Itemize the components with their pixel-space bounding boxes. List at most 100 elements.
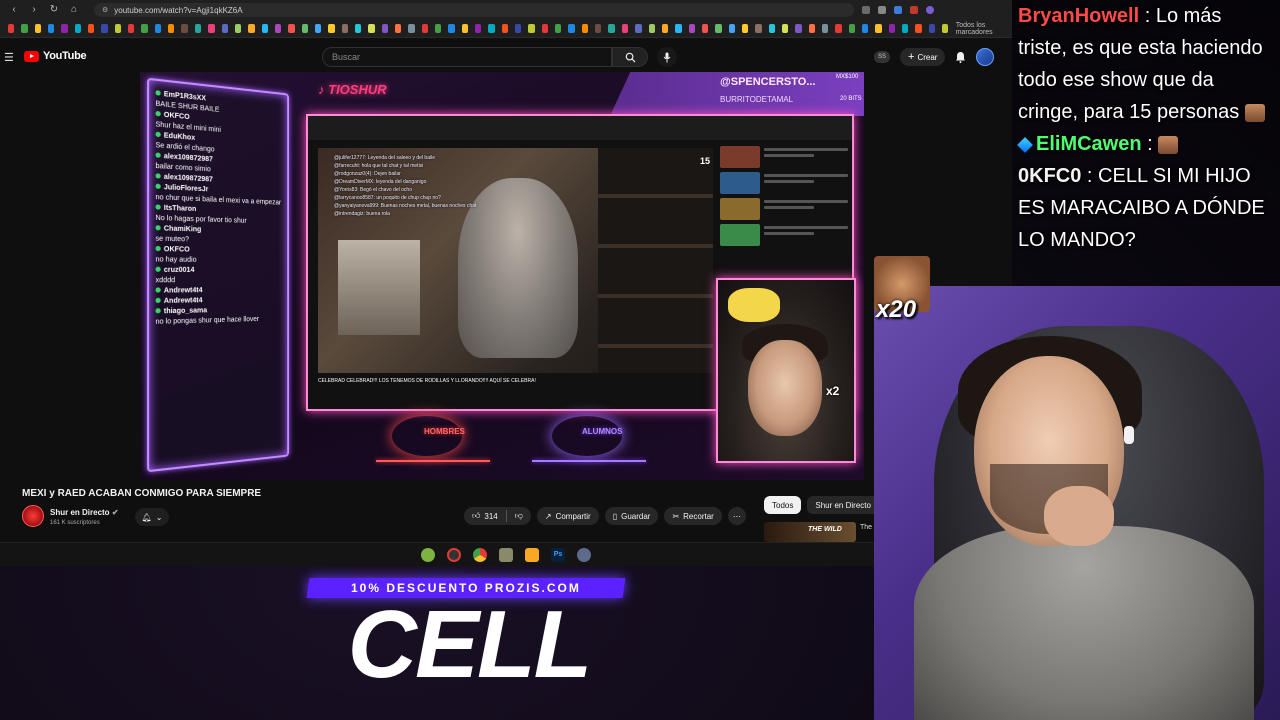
- youtube-logo[interactable]: YouTube: [24, 50, 87, 62]
- bookmark-icon[interactable]: [755, 24, 762, 33]
- bookmark-icon[interactable]: [61, 24, 68, 33]
- bookmark-icon[interactable]: [942, 24, 949, 33]
- bookmark-icon[interactable]: [368, 24, 375, 33]
- create-button[interactable]: + Crear: [900, 48, 946, 66]
- bookmark-icon[interactable]: [781, 24, 789, 33]
- like-button[interactable]: 👍︎ 314 👎︎: [464, 507, 531, 525]
- bookmark-icon[interactable]: [328, 24, 335, 33]
- bookmark-icon[interactable]: [114, 24, 122, 33]
- bookmark-icon[interactable]: [501, 24, 509, 33]
- bookmark-icon[interactable]: [448, 24, 455, 33]
- bookmark-icon[interactable]: [8, 24, 15, 33]
- channel-name[interactable]: Shur en Directo ✔: [50, 508, 119, 517]
- bookmark-icon[interactable]: [408, 24, 415, 33]
- video-player[interactable]: ♪ TIOSHUR @SPENCERSTO... BURRITODETAMAL …: [140, 72, 864, 480]
- bookmark-icon[interactable]: [621, 24, 629, 33]
- bookmark-icon[interactable]: [234, 24, 242, 33]
- clip-button[interactable]: ✂ Recortar: [664, 507, 722, 525]
- extension-icon[interactable]: [894, 6, 902, 14]
- bookmark-icon[interactable]: [394, 24, 402, 33]
- bookmark-icon[interactable]: [661, 24, 669, 33]
- chip-channel[interactable]: Shur en Directo: [807, 496, 879, 514]
- bookmark-icon[interactable]: [168, 24, 175, 33]
- app-icon[interactable]: [499, 547, 513, 562]
- bookmark-icon[interactable]: [635, 24, 642, 33]
- bookmark-icon[interactable]: [541, 24, 549, 33]
- bookmark-icon[interactable]: [688, 24, 695, 33]
- bookmark-icon[interactable]: [301, 24, 308, 33]
- search-input[interactable]: Buscar: [322, 47, 612, 67]
- search-button[interactable]: [612, 47, 648, 67]
- bookmark-icon[interactable]: [154, 24, 162, 33]
- chip-all[interactable]: Todos: [764, 496, 802, 514]
- bookmark-icon[interactable]: [648, 24, 655, 33]
- bookmark-icon[interactable]: [288, 24, 295, 33]
- account-avatar[interactable]: [976, 48, 995, 66]
- bookmark-icon[interactable]: [768, 24, 775, 33]
- bookmark-icon[interactable]: [568, 24, 575, 33]
- bookmark-icon[interactable]: [581, 24, 589, 33]
- bookmark-icon[interactable]: [274, 24, 282, 33]
- bookmark-icon[interactable]: [74, 24, 82, 33]
- recommended-title[interactable]: The: [860, 524, 872, 531]
- profile-icon[interactable]: [926, 6, 934, 14]
- bookmark-icon[interactable]: [461, 24, 469, 33]
- extension-icon[interactable]: [862, 6, 870, 14]
- thumbs-down-icon[interactable]: 👎︎: [515, 511, 523, 521]
- bookmark-icon[interactable]: [728, 24, 735, 33]
- bookmark-icon[interactable]: [715, 24, 722, 33]
- bookmark-icon[interactable]: [208, 24, 215, 33]
- bookmark-icon[interactable]: [194, 24, 202, 33]
- bookmark-icon[interactable]: [435, 24, 442, 33]
- bookmark-icon[interactable]: [848, 24, 855, 33]
- back-icon[interactable]: ‹: [8, 4, 20, 16]
- bookmark-icon[interactable]: [128, 24, 135, 33]
- subscription-bell-button[interactable]: 🔔︎ ⌄: [135, 508, 169, 526]
- bookmark-icon[interactable]: [821, 24, 829, 33]
- all-bookmarks-link[interactable]: Todos los marcadores: [956, 22, 1004, 36]
- star-icon[interactable]: [878, 6, 886, 14]
- bookmark-icon[interactable]: [34, 24, 42, 33]
- notifications-bell-icon[interactable]: [955, 51, 966, 63]
- bookmark-icon[interactable]: [421, 24, 428, 33]
- share-button[interactable]: ↗ Compartir: [536, 507, 599, 525]
- bookmark-icon[interactable]: [902, 24, 909, 33]
- bookmark-icon[interactable]: [835, 24, 842, 33]
- menu-icon[interactable]: ☰: [4, 51, 14, 64]
- bookmark-icon[interactable]: [88, 24, 95, 33]
- cast-icon[interactable]: SS: [874, 51, 890, 63]
- bookmark-icon[interactable]: [915, 24, 922, 33]
- bookmark-icon[interactable]: [354, 24, 362, 33]
- reload-icon[interactable]: ↻: [48, 4, 60, 16]
- home-icon[interactable]: ⌂: [68, 4, 80, 16]
- bookmark-icon[interactable]: [862, 24, 869, 33]
- forward-icon[interactable]: ›: [28, 4, 40, 16]
- photoshop-icon[interactable]: Ps: [551, 547, 565, 562]
- app-icon[interactable]: [447, 547, 461, 562]
- bookmark-icon[interactable]: [261, 24, 268, 33]
- bookmark-icon[interactable]: [341, 24, 348, 33]
- url-field[interactable]: ⚙ youtube.com/watch?v=Agji1qkKZ6A: [94, 3, 854, 17]
- bookmark-icon[interactable]: [701, 24, 709, 33]
- voice-search-button[interactable]: [657, 47, 677, 67]
- bookmark-icon[interactable]: [555, 24, 562, 33]
- site-info-icon[interactable]: ⚙: [102, 6, 108, 14]
- chrome-icon[interactable]: [473, 547, 487, 562]
- bookmark-icon[interactable]: [608, 24, 615, 33]
- bookmark-icon[interactable]: [528, 24, 535, 33]
- bookmark-icon[interactable]: [141, 24, 148, 33]
- bookmark-icon[interactable]: [181, 24, 188, 33]
- more-actions-button[interactable]: ⋯: [727, 507, 746, 525]
- bookmark-icon[interactable]: [888, 24, 896, 33]
- bookmark-icon[interactable]: [928, 24, 936, 33]
- app-icon[interactable]: [577, 547, 591, 562]
- bookmark-icon[interactable]: [875, 24, 882, 33]
- bookmark-icon[interactable]: [741, 24, 749, 33]
- bookmark-icon[interactable]: [314, 24, 322, 33]
- bookmark-icon[interactable]: [675, 24, 682, 33]
- bookmark-icon[interactable]: [101, 24, 108, 33]
- bookmark-icon[interactable]: [595, 24, 602, 33]
- app-icon[interactable]: [421, 547, 435, 562]
- bookmark-icon[interactable]: [808, 24, 815, 33]
- extension-icon[interactable]: [910, 6, 918, 14]
